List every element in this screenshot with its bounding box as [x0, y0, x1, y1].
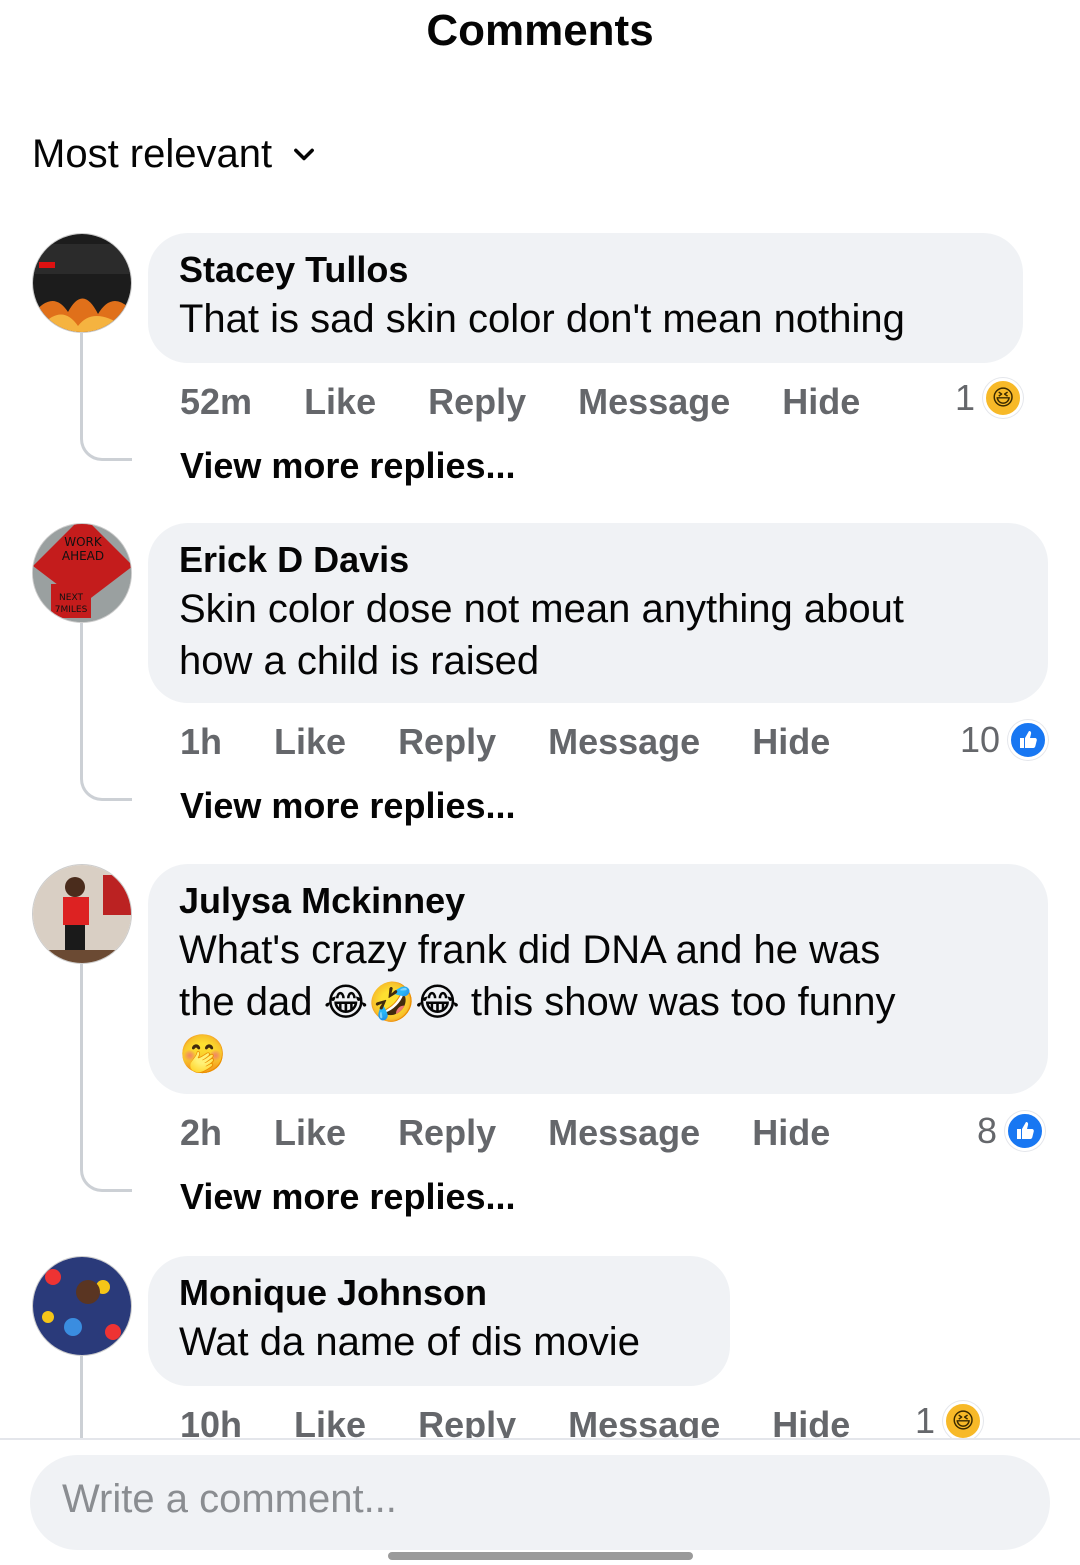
- avatar[interactable]: [32, 1256, 132, 1356]
- timestamp: 52m: [180, 381, 253, 422]
- commenter-name[interactable]: Monique Johnson: [179, 1270, 698, 1316]
- reaction-summary[interactable]: 10: [960, 719, 1049, 761]
- reaction-count: 1: [955, 377, 976, 418]
- comment-actions: 52m Like Reply Message Hide: [180, 381, 912, 423]
- giggle-emoji: 🤭: [179, 1032, 227, 1076]
- hide-button[interactable]: Hide: [772, 1404, 850, 1438]
- reaction-summary[interactable]: 8: [977, 1110, 1046, 1152]
- comment-text-fragment: this show was too funny: [470, 980, 896, 1024]
- reaction-count: 10: [960, 719, 1001, 760]
- svg-text:AHEAD: AHEAD: [62, 549, 104, 563]
- like-button[interactable]: Like: [304, 381, 376, 423]
- comment-input[interactable]: [62, 1477, 1018, 1522]
- home-indicator: [388, 1552, 693, 1560]
- reaction-summary[interactable]: 1 😆: [955, 377, 1024, 419]
- message-button[interactable]: Message: [548, 1112, 700, 1154]
- comment-text-line: the dad 😂🤣😂 this show was too funny: [179, 976, 1016, 1028]
- timestamp: 2h: [180, 1112, 223, 1153]
- comment-composer[interactable]: [30, 1455, 1050, 1550]
- comment-actions: 10h Like Reply Message Hide: [180, 1404, 902, 1438]
- svg-text:WORK: WORK: [64, 535, 103, 549]
- message-button[interactable]: Message: [578, 381, 730, 423]
- comment-bubble: Julysa Mckinney What's crazy frank did D…: [148, 864, 1048, 1094]
- comment-bubble: Monique Johnson Wat da name of dis movie: [148, 1256, 730, 1386]
- comment-bubble: Stacey Tullos That is sad skin color don…: [148, 233, 1023, 363]
- timestamp: 1h: [180, 721, 223, 762]
- laughing-face-icon: 😆: [943, 1401, 984, 1438]
- comment-text-line: Skin color dose not mean anything about: [179, 587, 904, 631]
- thumbs-up-icon: [1005, 1111, 1046, 1151]
- hide-button[interactable]: Hide: [782, 381, 860, 423]
- comment-text: That is sad skin color don't mean nothin…: [179, 297, 905, 341]
- comment-actions: 1h Like Reply Message Hide: [180, 721, 882, 763]
- comment-text-fragment: the dad: [179, 980, 313, 1024]
- reply-button[interactable]: Reply: [428, 381, 526, 423]
- avatar[interactable]: [32, 864, 132, 964]
- avatar[interactable]: WORK AHEAD NEXT 7MILES: [32, 523, 132, 623]
- avatar[interactable]: [32, 233, 132, 333]
- thumbs-up-icon: [1008, 720, 1049, 760]
- reaction-count: 1: [915, 1400, 936, 1438]
- like-button[interactable]: Like: [274, 721, 346, 763]
- svg-text:NEXT: NEXT: [59, 593, 83, 603]
- thread-line: [80, 333, 132, 461]
- comment-bubble: Erick D Davis Skin color dose not mean a…: [148, 523, 1048, 703]
- timestamp: 10h: [180, 1404, 243, 1438]
- reaction-count: 8: [977, 1110, 998, 1151]
- view-more-replies[interactable]: View more replies...: [180, 1176, 516, 1218]
- comment-text-line: What's crazy frank did DNA and he was: [179, 928, 881, 972]
- view-more-replies[interactable]: View more replies...: [180, 785, 516, 827]
- like-button[interactable]: Like: [274, 1112, 346, 1154]
- reply-button[interactable]: Reply: [398, 721, 496, 763]
- thread-line: [80, 964, 132, 1192]
- reaction-summary[interactable]: 1 😆: [915, 1400, 984, 1438]
- svg-text:7MILES: 7MILES: [55, 605, 88, 615]
- laughing-emojis: 😂🤣😂: [323, 980, 460, 1024]
- comments-screen: Comments Most relevant Stacey Tullos Tha: [0, 0, 1080, 1565]
- thread-line: [80, 623, 132, 801]
- reply-button[interactable]: Reply: [418, 1404, 516, 1438]
- commenter-name[interactable]: Erick D Davis: [179, 537, 1016, 583]
- commenter-name[interactable]: Julysa Mckinney: [179, 878, 1016, 924]
- view-more-replies[interactable]: View more replies...: [180, 445, 516, 487]
- like-button[interactable]: Like: [294, 1404, 366, 1438]
- comment-text: Wat da name of dis movie: [179, 1320, 640, 1364]
- divider: [0, 1438, 1080, 1440]
- commenter-name[interactable]: Stacey Tullos: [179, 247, 991, 293]
- hide-button[interactable]: Hide: [752, 1112, 830, 1154]
- comment-actions: 2h Like Reply Message Hide: [180, 1112, 882, 1154]
- laughing-face-icon: 😆: [983, 378, 1024, 418]
- reply-button[interactable]: Reply: [398, 1112, 496, 1154]
- thread-line: [80, 1356, 132, 1438]
- comment-text-line: how a child is raised: [179, 639, 540, 683]
- comment-list: Stacey Tullos That is sad skin color don…: [0, 0, 1080, 1438]
- message-button[interactable]: Message: [568, 1404, 720, 1438]
- message-button[interactable]: Message: [548, 721, 700, 763]
- hide-button[interactable]: Hide: [752, 721, 830, 763]
